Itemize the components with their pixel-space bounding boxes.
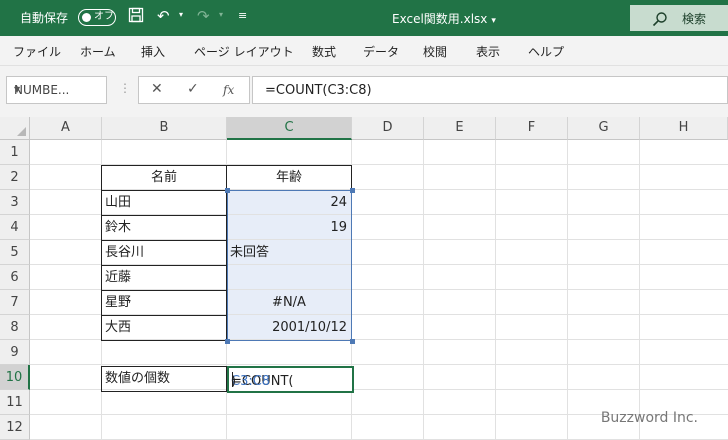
row-header-1[interactable]: 1 — [0, 140, 30, 165]
insert-function-icon[interactable]: fx — [223, 83, 234, 97]
undo-dropdown-icon[interactable]: ▾ — [179, 10, 183, 19]
cell-b6[interactable]: 近藤 — [102, 265, 226, 290]
search-label: 検索 — [682, 12, 707, 26]
tab-data[interactable]: データ — [363, 43, 399, 60]
row-header-7[interactable]: 7 — [0, 290, 30, 315]
cell-b2-header-name[interactable]: 名前 — [102, 165, 226, 190]
column-header-f[interactable]: F — [496, 117, 568, 140]
tab-help[interactable]: ヘルプ — [528, 43, 564, 60]
tab-insert[interactable]: 挿入 — [141, 43, 165, 60]
toggle-knob — [82, 12, 91, 22]
document-title[interactable]: Excel関数用.xlsx ▾ — [392, 10, 496, 27]
search-box[interactable]: 検索 — [630, 5, 728, 31]
range-handle-bottom-right[interactable] — [350, 339, 355, 344]
range-selection-border — [227, 190, 352, 341]
row-header-9[interactable]: 9 — [0, 340, 30, 365]
tab-review[interactable]: 校閲 — [423, 43, 447, 60]
formula-buttons: ✕ ✓ fx — [138, 76, 250, 104]
formula-bar-grip-icon[interactable]: ⋮ — [119, 81, 131, 95]
row-header-10[interactable]: 10 — [0, 365, 30, 390]
column-header-d[interactable]: D — [352, 117, 424, 140]
column-header-a[interactable]: A — [30, 117, 102, 140]
tab-formulas[interactable]: 数式 — [312, 43, 336, 60]
autosave-toggle[interactable]: オフ — [78, 9, 116, 26]
row-header-3[interactable]: 3 — [0, 190, 30, 215]
title-chevron-down-icon: ▾ — [491, 16, 496, 26]
row-header-6[interactable]: 6 — [0, 265, 30, 290]
document-name: Excel関数用.xlsx — [392, 12, 488, 26]
row-header-4[interactable]: 4 — [0, 215, 30, 240]
cell-b8[interactable]: 大西 — [102, 315, 226, 340]
autosave-label: 自動保存 — [20, 11, 69, 25]
save-icon[interactable] — [128, 7, 144, 27]
tab-view[interactable]: 表示 — [476, 43, 500, 60]
cell-c2-header-age[interactable]: 年齢 — [227, 165, 351, 190]
tab-file[interactable]: ファイル — [13, 43, 61, 60]
row-header-5[interactable]: 5 — [0, 240, 30, 265]
column-header-h[interactable]: H — [640, 117, 728, 140]
cell-b10-summary-label[interactable]: 数値の個数 — [102, 366, 226, 391]
edit-range-reference: C3:C8 — [231, 374, 271, 389]
cancel-icon[interactable]: ✕ — [151, 81, 163, 97]
name-box-chevron-down-icon[interactable]: ▼ — [14, 85, 100, 94]
enter-icon[interactable]: ✓ — [187, 81, 199, 97]
customize-toolbar-icon[interactable]: ≡ — [238, 9, 247, 22]
cell-b3[interactable]: 山田 — [102, 190, 226, 215]
row-header-8[interactable]: 8 — [0, 315, 30, 340]
formula-text: =COUNT(C3:C8) — [265, 83, 372, 98]
cell-b4[interactable]: 鈴木 — [102, 215, 226, 240]
range-handle-top-right[interactable] — [350, 188, 355, 193]
cell-c10-editing[interactable]: =COUNT(C3:C8) — [227, 366, 354, 393]
cell-b7[interactable]: 星野 — [102, 290, 226, 315]
watermark: Buzzword Inc. — [600, 410, 698, 426]
search-icon — [652, 12, 667, 27]
formula-bar: NUMBE... ▼ ⋮ ✕ ✓ fx =COUNT(C3:C8) — [0, 66, 728, 117]
redo-icon[interactable]: ↷ — [197, 7, 210, 25]
row-header-12[interactable]: 12 — [0, 415, 30, 440]
undo-icon[interactable]: ↶ — [157, 7, 170, 25]
formula-input[interactable]: =COUNT(C3:C8) — [252, 76, 728, 104]
autosave-state: オフ — [94, 11, 114, 22]
column-header-g[interactable]: G — [568, 117, 640, 140]
redo-dropdown-icon[interactable]: ▾ — [219, 10, 223, 19]
cell-b5[interactable]: 長谷川 — [102, 240, 226, 265]
tab-page-layout[interactable]: ページ レイアウト — [194, 43, 294, 60]
ribbon-tabs: ファイル ホーム 挿入 ページ レイアウト 数式 データ 校閲 表示 ヘルプ — [0, 36, 728, 66]
range-handle-top-left[interactable] — [225, 188, 230, 193]
column-header-b[interactable]: B — [102, 117, 227, 140]
select-all-button[interactable] — [0, 117, 30, 140]
text-cursor — [232, 372, 233, 387]
title-bar: 自動保存 オフ ↶ ▾ ↷ ▾ ≡ Excel関数用.xlsx ▾ 検索 — [0, 0, 728, 36]
tab-home[interactable]: ホーム — [80, 43, 116, 60]
range-handle-bottom-left[interactable] — [225, 339, 230, 344]
column-header-e[interactable]: E — [424, 117, 496, 140]
column-header-c[interactable]: C — [227, 117, 352, 140]
row-header-2[interactable]: 2 — [0, 165, 30, 190]
name-box[interactable]: NUMBE... ▼ — [6, 76, 107, 104]
row-header-11[interactable]: 11 — [0, 390, 30, 415]
